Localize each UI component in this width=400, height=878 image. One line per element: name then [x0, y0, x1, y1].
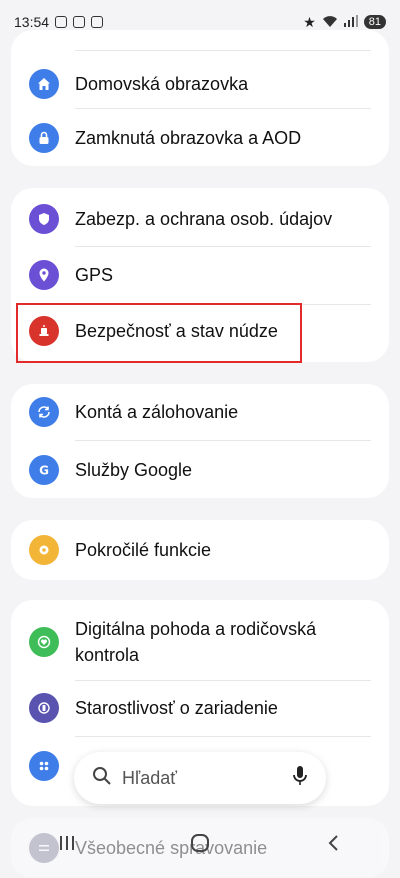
star-icon: ★	[303, 13, 316, 30]
setting-accounts-backup[interactable]: Kontá a zálohovanie	[11, 390, 389, 434]
emergency-icon	[29, 316, 59, 346]
setting-label-line2: kontrola	[75, 645, 140, 665]
status-bar: 13:54 ★ 81	[0, 0, 400, 44]
setting-label: Starostlivosť o zariadenie	[75, 698, 278, 718]
heart-circle-icon	[29, 627, 59, 657]
card-security: Zabezp. a ochrana osob. údajov GPS Bezpe…	[11, 188, 389, 362]
setting-label: Digitálna pohoda a rodičovská kontrola	[75, 616, 316, 668]
divider	[75, 246, 371, 247]
signal-icon	[343, 14, 358, 30]
shield-icon	[29, 204, 59, 234]
card-accounts: Kontá a zálohovanie G Služby Google	[11, 384, 389, 498]
setting-label: Zamknutá obrazovka a AOD	[75, 128, 302, 148]
divider	[75, 736, 371, 737]
screenshot-icon	[55, 16, 68, 28]
setting-google-services[interactable]: G Služby Google	[11, 448, 389, 492]
setting-safety-emergency[interactable]: Bezpečnosť a stav núdze	[11, 308, 389, 354]
lock-icon	[29, 123, 59, 153]
back-button[interactable]	[313, 828, 353, 858]
divider	[75, 440, 371, 441]
device-care-icon	[29, 693, 59, 723]
setting-device-care[interactable]: Starostlivosť o zariadenie	[11, 686, 389, 730]
setting-label: Bezpečnosť a stav núdze	[75, 321, 278, 341]
card-advanced: Pokročilé funkcie	[11, 520, 389, 580]
app-notification-icon	[91, 16, 104, 28]
setting-label: Zabezp. a ochrana osob. údajov	[75, 209, 333, 229]
setting-lock-screen[interactable]: Zamknutá obrazovka a AOD	[11, 116, 389, 160]
search-bar[interactable]: Hľadať	[74, 752, 326, 804]
location-pin-icon	[29, 260, 59, 290]
setting-home-screen[interactable]: Domovská obrazovka	[11, 62, 389, 106]
gear-plus-icon	[29, 535, 59, 565]
divider	[75, 108, 371, 109]
navigation-bar	[0, 818, 400, 867]
card-display: Domovská obrazovka Zamknutá obrazovka a …	[11, 30, 389, 166]
setting-label: Domovská obrazovka	[75, 74, 249, 94]
setting-label: Pokročilé funkcie	[75, 540, 212, 560]
setting-gps[interactable]: GPS	[11, 252, 389, 298]
setting-digital-wellbeing[interactable]: Digitálna pohoda a rodičovská kontrola	[11, 612, 389, 672]
wifi-icon	[322, 14, 338, 31]
home-button[interactable]	[180, 828, 220, 858]
svg-text:G: G	[39, 464, 49, 478]
divider	[75, 680, 371, 681]
status-left: 13:54	[14, 14, 104, 30]
notification-icon	[73, 16, 86, 28]
battery-indicator: 81	[363, 15, 386, 29]
setting-privacy[interactable]: Zabezp. a ochrana osob. údajov	[11, 196, 389, 242]
setting-advanced-features[interactable]: Pokročilé funkcie	[11, 528, 389, 572]
microphone-icon[interactable]	[292, 765, 308, 792]
setting-label-line1: Digitálna pohoda a rodičovská	[75, 619, 317, 639]
home-icon	[29, 69, 59, 99]
setting-label: Kontá a zálohovanie	[75, 402, 239, 422]
apps-icon	[29, 751, 59, 781]
setting-label: GPS	[75, 265, 114, 285]
setting-label: Služby Google	[75, 460, 193, 480]
clock: 13:54	[14, 14, 50, 30]
google-icon: G	[29, 455, 59, 485]
sync-icon	[29, 397, 59, 427]
recents-button[interactable]	[47, 828, 87, 858]
search-icon	[92, 766, 112, 791]
status-right: ★ 81	[303, 14, 386, 31]
search-placeholder: Hľadať	[122, 767, 178, 788]
divider	[75, 50, 371, 51]
divider	[75, 304, 371, 305]
